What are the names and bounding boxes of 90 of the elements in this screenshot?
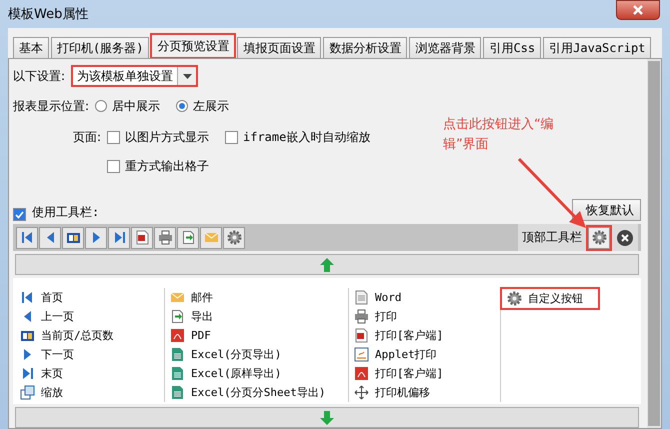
button-item[interactable]: 打印[客户端] bbox=[349, 326, 500, 345]
field-label: 报表显示位置: bbox=[13, 98, 90, 114]
button-item[interactable]: 缩放 bbox=[15, 383, 164, 402]
check-icon bbox=[15, 210, 24, 218]
toolbar-label: 顶部工具栏 bbox=[522, 229, 582, 246]
button-item[interactable]: 打印机偏移 bbox=[349, 383, 500, 402]
remove-icon[interactable] bbox=[616, 228, 634, 246]
button-item[interactable]: 末页 bbox=[15, 364, 164, 383]
gear-icon bbox=[592, 230, 606, 245]
caret-icon bbox=[182, 74, 192, 78]
first-page-icon bbox=[20, 290, 35, 305]
pdf-icon bbox=[354, 366, 369, 381]
tab[interactable]: 引用Css bbox=[483, 37, 542, 58]
button-item[interactable]: Word bbox=[349, 288, 500, 307]
tab[interactable]: 分页预览设置 bbox=[151, 34, 236, 58]
gear-icon bbox=[507, 291, 522, 306]
mail-icon bbox=[170, 290, 185, 305]
printer-icon bbox=[158, 230, 172, 245]
spreadsheet-icon bbox=[170, 366, 185, 381]
last-page-icon bbox=[20, 366, 35, 381]
radio-label: 左展示 bbox=[193, 98, 230, 114]
button-item[interactable]: 首页 bbox=[15, 288, 164, 307]
annotation-text: 点击此按钮进入“编辑”界面 bbox=[443, 116, 555, 154]
checkbox[interactable] bbox=[225, 131, 238, 144]
checkbox[interactable] bbox=[107, 131, 120, 144]
toolbar-button[interactable] bbox=[223, 226, 245, 248]
checkbox-label: 使用工具栏: bbox=[32, 204, 100, 221]
export-icon bbox=[170, 309, 185, 324]
window-title: 模板Web属性 bbox=[8, 6, 88, 23]
down-arrow-icon bbox=[320, 410, 334, 424]
button-item[interactable]: 邮件 bbox=[165, 288, 348, 307]
zoom-icon bbox=[20, 385, 35, 400]
field-label: 以下设置: bbox=[13, 68, 66, 84]
toolbar-button[interactable] bbox=[108, 226, 130, 248]
tab[interactable]: 填报页面设置 bbox=[237, 37, 322, 58]
radio-button[interactable] bbox=[176, 100, 188, 112]
toolbar-button[interactable] bbox=[16, 226, 38, 248]
button-item[interactable]: Excel(原样导出) bbox=[165, 364, 348, 383]
checkbox[interactable] bbox=[13, 208, 26, 221]
radio-button[interactable] bbox=[95, 100, 108, 112]
pdf-icon bbox=[170, 328, 185, 343]
spreadsheet-icon bbox=[170, 385, 185, 400]
radio-label: 居中展示 bbox=[112, 98, 160, 114]
button-item[interactable]: Excel(分页导出) bbox=[165, 345, 348, 364]
document-icon bbox=[354, 290, 369, 305]
checkbox-label: 重方式输出格子 bbox=[125, 158, 209, 175]
toolbar-button[interactable] bbox=[85, 226, 107, 248]
checkbox[interactable] bbox=[107, 160, 120, 173]
tab[interactable]: 浏览器背景 bbox=[409, 37, 482, 58]
tab[interactable]: 打印机(服务器) bbox=[51, 37, 150, 58]
toolbar-button[interactable] bbox=[154, 226, 176, 248]
tab[interactable]: 引用JavaScript bbox=[543, 37, 652, 58]
tab[interactable]: 数据分析设置 bbox=[323, 37, 408, 58]
close-icon bbox=[633, 5, 643, 15]
button-item[interactable]: PDF bbox=[165, 326, 348, 345]
printer-icon bbox=[354, 309, 369, 324]
toolbar-button[interactable] bbox=[131, 226, 153, 248]
mail-icon bbox=[204, 230, 218, 245]
print-file-icon bbox=[354, 328, 369, 343]
up-arrow-icon bbox=[320, 258, 334, 272]
settings-dropdown[interactable]: 为该模板单独设置 bbox=[71, 65, 198, 87]
button-item[interactable]: 下一页 bbox=[15, 345, 164, 364]
print-file-icon bbox=[134, 230, 150, 245]
checkbox-label: iframe嵌入时自动缩放 bbox=[243, 129, 370, 146]
checkbox-label: 以图片方式显示 bbox=[125, 129, 209, 146]
scrollbar-thumb[interactable] bbox=[648, 61, 660, 426]
button-item[interactable]: 上一页 bbox=[15, 307, 164, 326]
restore-defaults-button[interactable]: 恢复默认 bbox=[572, 199, 641, 221]
button-item[interactable]: 打印[客户端] bbox=[349, 364, 500, 383]
close-button[interactable] bbox=[616, 0, 660, 20]
toolbar-button[interactable] bbox=[62, 226, 84, 248]
page-count-icon bbox=[66, 230, 80, 245]
gear-icon bbox=[226, 230, 242, 245]
toolbar-button[interactable] bbox=[39, 226, 61, 248]
tab[interactable]: 基本 bbox=[13, 37, 49, 58]
first-page-icon bbox=[20, 230, 34, 245]
edit-toolbar-button[interactable] bbox=[588, 226, 610, 248]
applet-icon bbox=[354, 347, 369, 362]
export-icon bbox=[180, 230, 196, 245]
move-arrows-icon bbox=[354, 385, 369, 400]
button-item[interactable]: Excel(分页分Sheet导出) bbox=[165, 383, 348, 402]
button-item[interactable]: 当前页/总页数 bbox=[15, 326, 164, 345]
button-item[interactable]: Applet打印 bbox=[349, 345, 500, 364]
toolbar-button[interactable] bbox=[177, 226, 199, 248]
button-item[interactable]: 自定义按钮 bbox=[501, 288, 599, 309]
button-item[interactable]: 打印 bbox=[349, 307, 500, 326]
field-label: 页面: bbox=[72, 129, 101, 146]
spreadsheet-icon bbox=[170, 347, 185, 362]
button-item[interactable]: 导出 bbox=[165, 307, 348, 326]
page-count-icon bbox=[20, 328, 35, 343]
